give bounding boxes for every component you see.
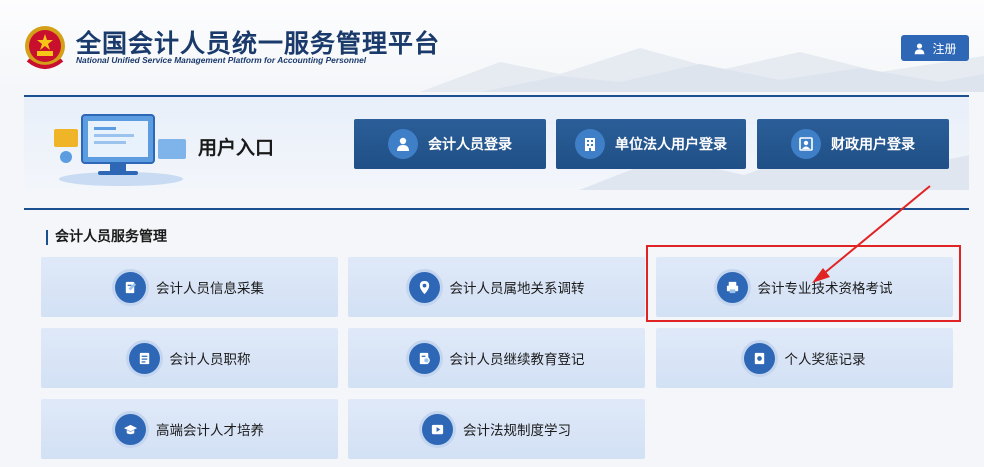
tile-talent-training[interactable]: 高端会计人才培养	[41, 399, 338, 459]
search-doc-icon	[408, 342, 440, 374]
tile-label: 会计人员信息采集	[156, 281, 264, 297]
legal-entity-login-button[interactable]: 单位法人用户登录	[556, 119, 746, 169]
building-icon	[575, 129, 605, 159]
tile-qualification-exam[interactable]: 会计专业技术资格考试	[656, 257, 953, 317]
tile-label: 会计人员继续教育登记	[449, 352, 585, 368]
accountant-login-button[interactable]: 会计人员登录	[354, 119, 546, 169]
national-emblem-icon	[25, 26, 65, 69]
site-subtitle: National Unified Service Management Plat…	[76, 55, 367, 65]
tile-reward-record[interactable]: 个人奖惩记录	[656, 328, 953, 388]
accountant-login-label: 会计人员登录	[428, 137, 512, 153]
tile-label: 个人奖惩记录	[784, 352, 866, 368]
entry-title: 用户入口	[198, 137, 275, 159]
tile-continuing-education[interactable]: 会计人员继续教育登记	[348, 328, 645, 388]
finance-login-label: 财政用户登录	[831, 137, 915, 153]
site-header: 全国会计人员统一服务管理平台 National Unified Service …	[0, 0, 984, 92]
graduation-cap-icon	[115, 413, 146, 445]
location-icon	[408, 271, 440, 303]
tile-label: 会计人员属地关系调转	[449, 281, 585, 297]
register-label: 注册	[932, 41, 957, 56]
record-icon	[743, 342, 775, 374]
finance-login-button[interactable]: 财政用户登录	[757, 119, 949, 169]
tile-label: 会计专业技术资格考试	[757, 281, 893, 297]
tile-label: 会计法规制度学习	[463, 423, 571, 439]
user-icon	[388, 129, 418, 159]
portrait-icon	[791, 129, 821, 159]
register-button[interactable]: 注册	[901, 35, 969, 61]
printer-icon	[716, 271, 748, 303]
section-title: 会计人员服务管理	[46, 230, 167, 245]
tile-professional-title[interactable]: 会计人员职称	[41, 328, 338, 388]
tile-label: 会计人员职称	[169, 352, 251, 368]
tile-territorial-transfer[interactable]: 会计人员属地关系调转	[348, 257, 645, 317]
certificate-icon	[128, 342, 160, 374]
tile-regulation-study[interactable]: 会计法规制度学习	[348, 399, 645, 459]
user-entry-panel: 用户入口 会计人员登录 单位法人用户登录 财政用户登录	[24, 95, 969, 190]
tile-info-collection[interactable]: 会计人员信息采集	[41, 257, 338, 317]
tile-label: 高端会计人才培养	[156, 423, 264, 439]
user-icon	[915, 42, 925, 54]
computer-illustration	[54, 114, 186, 186]
play-icon	[422, 413, 453, 445]
legal-entity-login-label: 单位法人用户登录	[615, 137, 727, 153]
services-panel: 会计人员服务管理 会计人员信息采集 会计人员属地关系调转 会计专业技术资格考试 …	[24, 208, 969, 467]
edit-doc-icon	[115, 271, 146, 303]
